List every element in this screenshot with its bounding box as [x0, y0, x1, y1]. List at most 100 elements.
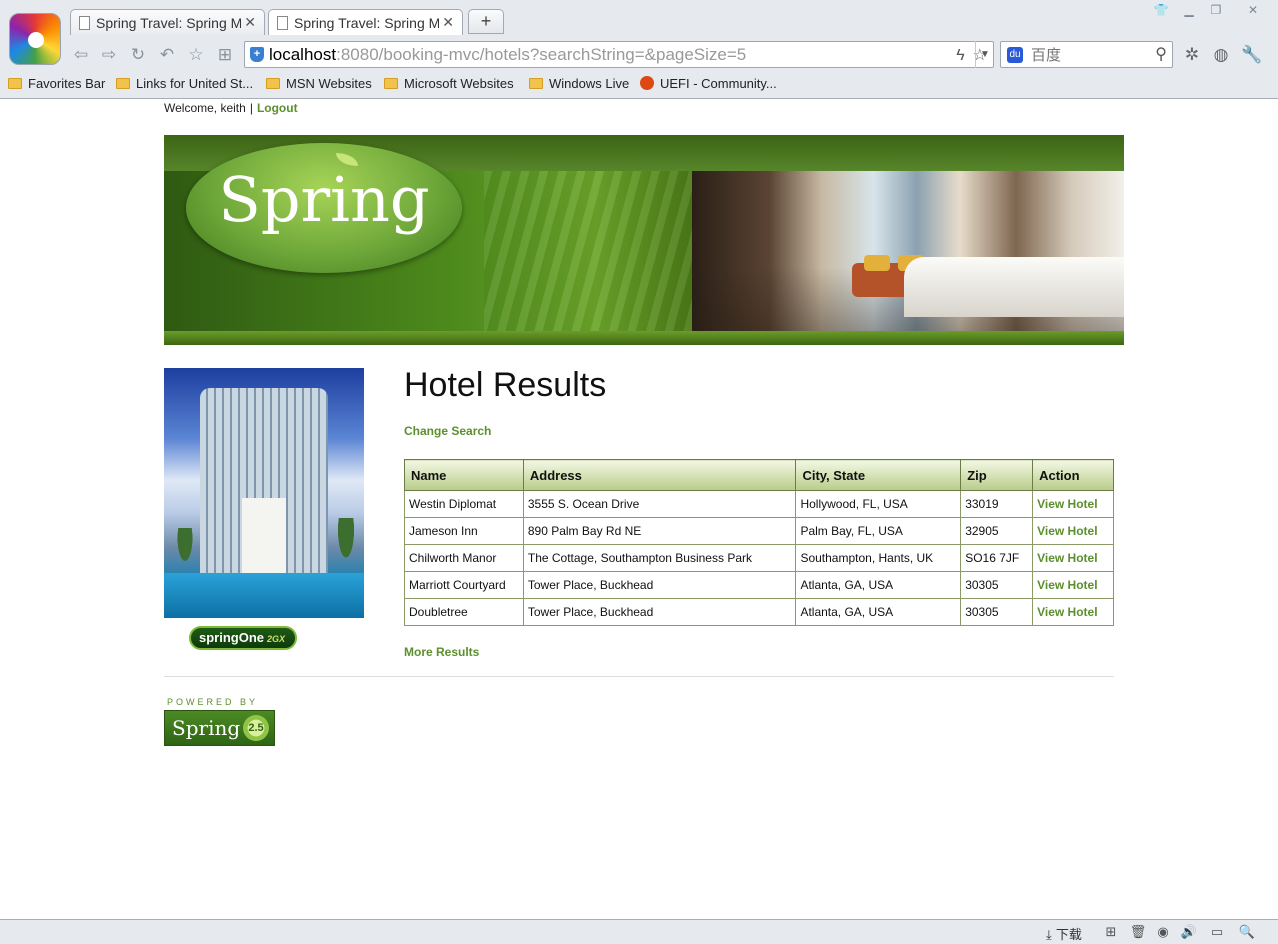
hotel-address: The Cottage, Southampton Business Park: [522, 544, 797, 572]
footer-divider: [164, 676, 1114, 677]
hotel-address: 890 Palm Bay Rd NE: [522, 517, 797, 545]
header-banner: Spring: [164, 135, 1124, 345]
bookmark-windows-live[interactable]: Windows Live: [529, 76, 629, 91]
column-header-action: Action: [1032, 459, 1114, 491]
download-button[interactable]: ⤓ 下载: [1046, 924, 1082, 943]
bookmarks-bar: Favorites Bar Links for United St... MSN…: [0, 73, 1278, 97]
spring-logo: Spring: [186, 143, 462, 273]
new-tab-button[interactable]: +: [468, 9, 504, 34]
view-hotel-link[interactable]: View Hotel: [1037, 578, 1097, 592]
page-icon: [277, 16, 288, 30]
screen-icon[interactable]: ▭: [1208, 923, 1226, 941]
welcome-bar: Welcome, keith | Logout: [164, 101, 298, 115]
column-header-address: Address: [522, 459, 797, 491]
close-tab-icon[interactable]: ✕: [442, 14, 454, 31]
hotel-city-state: Palm Bay, FL, USA: [795, 517, 962, 545]
minimize-icon[interactable]: ▁: [1178, 2, 1200, 18]
restore-icon[interactable]: ❐: [1205, 2, 1227, 18]
spring-version-badge-icon: 2.5: [243, 715, 269, 741]
view-hotel-link[interactable]: View Hotel: [1037, 524, 1097, 538]
url-text[interactable]: localhost:8080/booking-mvc/hotels?search…: [269, 45, 746, 65]
table-row: Chilworth Manor The Cottage, Southampton…: [404, 544, 1114, 572]
apps-grid-icon[interactable]: ⊞: [214, 44, 236, 66]
table-row: Jameson Inn 890 Palm Bay Rd NE Palm Bay,…: [404, 517, 1114, 545]
globe-icon[interactable]: ◍: [1210, 44, 1232, 66]
table-header-row: Name Address City, State Zip Action: [404, 459, 1114, 491]
hotel-results-table: Name Address City, State Zip Action West…: [404, 459, 1114, 626]
hotel-tower-image: [164, 368, 364, 618]
hotel-city-state: Atlanta, GA, USA: [795, 571, 962, 599]
extension-bug-icon[interactable]: ✲: [1181, 44, 1203, 66]
hotel-address: Tower Place, Buckhead: [522, 571, 797, 599]
hotel-zip: 32905: [960, 517, 1034, 545]
hotel-city-state: Atlanta, GA, USA: [795, 598, 962, 626]
volume-icon[interactable]: 🔊: [1180, 923, 1198, 941]
powered-by-spring-logo[interactable]: Spring 2.5: [164, 710, 275, 746]
hotel-city-state: Hollywood, FL, USA: [795, 490, 962, 518]
favorite-star-icon[interactable]: ☆: [185, 44, 207, 66]
zoom-icon[interactable]: 🔍: [1238, 923, 1256, 941]
hotel-room-image: [692, 171, 1124, 331]
address-bar[interactable]: + localhost:8080/booking-mvc/hotels?sear…: [244, 41, 994, 68]
browser-chrome: Spring Travel: Spring MV ✕ Spring Travel…: [0, 0, 1278, 99]
folder-icon: [116, 78, 130, 89]
hotel-zip: 30305: [960, 571, 1034, 599]
hotel-zip: SO16 7JF: [960, 544, 1034, 572]
baidu-icon[interactable]: du: [1007, 47, 1023, 63]
browser-logo-icon[interactable]: [9, 13, 61, 65]
search-icon[interactable]: ⚲: [1155, 44, 1167, 64]
logout-link[interactable]: Logout: [257, 101, 298, 115]
more-results-link[interactable]: More Results: [404, 645, 479, 659]
site-shield-icon: +: [250, 47, 264, 62]
column-header-zip: Zip: [960, 459, 1034, 491]
search-box[interactable]: du ⚲: [1000, 41, 1173, 68]
close-window-icon[interactable]: ✕: [1242, 2, 1264, 18]
hotel-name: Doubletree: [404, 598, 524, 626]
hotel-name: Marriott Courtyard: [404, 571, 524, 599]
bookmark-favorites-bar[interactable]: Favorites Bar: [8, 76, 105, 91]
back-icon[interactable]: ⇦: [70, 44, 92, 66]
add-panel-icon[interactable]: ⊞: [1102, 923, 1120, 941]
hotel-address: Tower Place, Buckhead: [522, 598, 797, 626]
hotel-address: 3555 S. Ocean Drive: [522, 490, 797, 518]
page-title: Hotel Results: [404, 366, 607, 404]
browser-tab-1[interactable]: Spring Travel: Spring MV ✕: [70, 9, 265, 35]
refresh-icon[interactable]: ↻: [127, 44, 149, 66]
change-search-link[interactable]: Change Search: [404, 424, 491, 438]
hotel-name: Jameson Inn: [404, 517, 524, 545]
folder-icon: [8, 78, 22, 89]
page-icon: [79, 16, 90, 30]
view-hotel-link[interactable]: View Hotel: [1037, 497, 1097, 511]
hotel-name: Chilworth Manor: [404, 544, 524, 572]
undo-close-icon[interactable]: ↶: [156, 44, 178, 66]
tab-title: Spring Travel: Spring MV: [294, 15, 439, 31]
security-icon[interactable]: ◉: [1154, 923, 1172, 941]
springone-2gx-badge[interactable]: springOne 2GX: [189, 626, 297, 650]
hotel-city-state: Southampton, Hants, UK: [795, 544, 962, 572]
hotel-zip: 30305: [960, 598, 1034, 626]
url-dropdown-icon[interactable]: ▼: [975, 41, 994, 68]
view-hotel-link[interactable]: View Hotel: [1037, 551, 1097, 565]
column-header-city-state: City, State: [795, 459, 962, 491]
trash-icon[interactable]: 🗑: [1129, 923, 1147, 941]
browser-tab-2[interactable]: Spring Travel: Spring MV ✕: [268, 9, 463, 35]
skin-icon[interactable]: 👕: [1150, 2, 1172, 18]
bookmark-uefi[interactable]: UEFI - Community...: [640, 76, 777, 91]
folder-icon: [266, 78, 280, 89]
wrench-settings-icon[interactable]: 🔧: [1241, 44, 1263, 66]
status-bar: ⤓ 下载 ⊞ 🗑 ◉ 🔊 ▭ 🔍: [0, 919, 1278, 944]
bookmark-links[interactable]: Links for United St...: [116, 76, 253, 91]
view-hotel-link[interactable]: View Hotel: [1037, 605, 1097, 619]
folder-icon: [529, 78, 543, 89]
powered-by-label: POWERED BY: [167, 697, 259, 707]
bookmark-microsoft[interactable]: Microsoft Websites: [384, 76, 514, 91]
forward-icon[interactable]: ⇨: [98, 44, 120, 66]
lightning-icon[interactable]: ϟ: [956, 47, 964, 64]
search-input[interactable]: [1031, 44, 1151, 65]
bookmark-msn[interactable]: MSN Websites: [266, 76, 372, 91]
ubuntu-icon: [640, 76, 654, 90]
close-tab-icon[interactable]: ✕: [244, 14, 256, 31]
folder-icon: [384, 78, 398, 89]
hotel-zip: 33019: [960, 490, 1034, 518]
welcome-text: Welcome, keith: [164, 101, 246, 115]
